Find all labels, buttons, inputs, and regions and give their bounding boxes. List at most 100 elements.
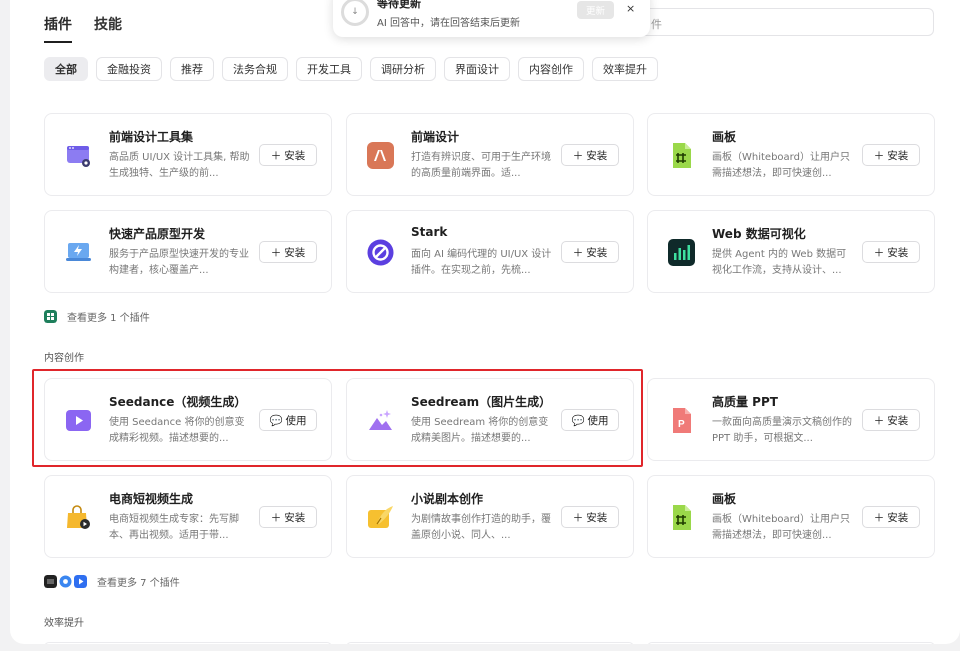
install-button[interactable]: ＋安装: [259, 506, 317, 528]
tab-plugins[interactable]: 插件: [44, 14, 72, 43]
chat-icon: 💬: [571, 414, 585, 427]
install-button[interactable]: ＋安装: [862, 144, 920, 166]
see-more-plugins-link[interactable]: 查看更多 1 个插件: [44, 309, 150, 324]
plugin-title: Seedream（图片生成）: [411, 395, 552, 409]
plugin-card[interactable]: Web 数据可视化 提供 Agent 内的 Web 数据可视化工作流，支持从设计…: [647, 210, 935, 293]
plugin-card[interactable]: 画板 画板（Whiteboard）让用户只需描述想法，即可快速创... ＋安装: [647, 475, 935, 558]
prototype-icon: [66, 243, 91, 261]
plugin-card[interactable]: 小说剧本创作 为剧情故事创作打造的助手，覆盖原创小说、同人、... ＋安装: [346, 475, 634, 558]
chip-finance[interactable]: 金融投资: [96, 57, 162, 81]
plugin-panel: 插件 技能 件 全部 金融投资 推荐 法务合规 开发工具 调研分析 界面设计 内…: [10, 0, 960, 644]
dataviz-icon: [668, 239, 695, 266]
plugin-description: 一款面向高质量演示文稿创作的 PPT 助手，可根据文...: [712, 417, 852, 444]
button-label: 安装: [586, 149, 608, 162]
plus-icon: ＋: [270, 149, 282, 162]
close-icon[interactable]: ×: [626, 2, 635, 15]
video-icon: [66, 410, 91, 431]
chip-research[interactable]: 调研分析: [370, 57, 436, 81]
plus-icon: ＋: [572, 511, 584, 524]
plugin-card[interactable]: Stark 面向 AI 编码代理的 UI/UX 设计插件。在实现之前，先梳...…: [346, 210, 634, 293]
sheet-icon: [44, 310, 57, 323]
toast-title: 等待更新: [377, 0, 421, 10]
plugin-card[interactable]: 电商短视频生成 电商短视频生成专家：先写脚本、再出视频。适用于带... ＋安装: [44, 475, 332, 558]
ppt-icon: P: [673, 408, 691, 433]
plugin-description: 画板（Whiteboard）让用户只需描述想法，即可快速创...: [712, 514, 850, 541]
plus-icon: ＋: [873, 149, 885, 162]
whiteboard-icon: [673, 143, 691, 168]
button-label: 安装: [284, 246, 306, 259]
download-icon: ↓: [341, 0, 369, 26]
app-icon: [74, 575, 87, 588]
image-gen-icon: [369, 410, 392, 430]
plugin-icons-stack: [44, 575, 87, 588]
plugin-title: 电商短视频生成: [109, 492, 194, 506]
chip-recommended[interactable]: 推荐: [170, 57, 214, 81]
chip-devtools[interactable]: 开发工具: [296, 57, 362, 81]
button-label: 安装: [887, 246, 909, 259]
plus-icon: ＋: [572, 246, 584, 259]
app-icon: [44, 575, 57, 588]
install-button[interactable]: ＋安装: [561, 506, 619, 528]
install-button[interactable]: ＋安装: [259, 144, 317, 166]
plugin-title: 前端设计工具集: [109, 130, 194, 144]
plugin-description: 服务于产品原型快速开发的专业构建者，核心覆盖产...: [109, 249, 249, 276]
plugin-title: Seedance（视频生成）: [109, 395, 247, 409]
plugin-title: Stark: [411, 225, 448, 239]
plus-icon: ＋: [873, 414, 885, 427]
see-more-label: 查看更多 1 个插件: [67, 313, 150, 324]
button-label: 安装: [284, 511, 306, 524]
plugin-card-partial: [44, 642, 332, 644]
chip-all[interactable]: 全部: [44, 57, 88, 81]
design-kit-icon: [67, 146, 90, 167]
button-label: 安装: [887, 511, 909, 524]
tab-bar: 插件 技能: [44, 14, 122, 43]
plugin-description: 为剧情故事创作打造的助手，覆盖原创小说、同人、...: [411, 514, 551, 541]
ecommerce-video-icon: [67, 505, 90, 529]
install-button[interactable]: ＋安装: [561, 144, 619, 166]
category-filter: 全部 金融投资 推荐 法务合规 开发工具 调研分析 界面设计 内容创作 效率提升: [44, 57, 658, 81]
plugin-card[interactable]: Seedance（视频生成） 使用 Seedance 将你的创意变成精彩视频。描…: [44, 378, 332, 461]
stark-icon: [367, 239, 394, 266]
search-placeholder: 件: [651, 18, 662, 31]
plus-icon: ＋: [873, 511, 885, 524]
search-input[interactable]: 件: [610, 8, 934, 36]
chip-ui-design[interactable]: 界面设计: [444, 57, 510, 81]
install-button[interactable]: ＋安装: [862, 241, 920, 263]
plugin-card[interactable]: 画板 画板（Whiteboard）让用户只需描述想法，即可快速创... ＋安装: [647, 113, 935, 196]
see-more-plugins-link[interactable]: 查看更多 7 个插件: [44, 574, 180, 589]
plus-icon: ＋: [270, 246, 282, 259]
update-button[interactable]: 更新: [577, 1, 614, 19]
install-button[interactable]: ＋安装: [862, 506, 920, 528]
svg-text:P: P: [678, 419, 685, 430]
plugin-card[interactable]: 前端设计工具集 高品质 UI/UX 设计工具集, 帮助生成独特、生产级的前...…: [44, 113, 332, 196]
use-button[interactable]: 💬 使用: [259, 409, 317, 431]
chip-legal[interactable]: 法务合规: [222, 57, 288, 81]
toast-message: AI 回答中，请在回答结束后更新: [377, 18, 520, 29]
plugin-title: 小说剧本创作: [411, 492, 484, 506]
plugin-description: 高品质 UI/UX 设计工具集, 帮助生成独特、生产级的前...: [109, 152, 250, 179]
plugin-title: 画板: [712, 130, 737, 144]
plugin-title: 前端设计: [411, 130, 460, 144]
plugin-description: 提供 Agent 内的 Web 数据可视化工作流，支持从设计、...: [712, 249, 847, 276]
button-label: 使用: [587, 414, 609, 427]
use-button[interactable]: 💬 使用: [561, 409, 619, 431]
see-more-label: 查看更多 7 个插件: [97, 578, 180, 589]
plugin-card-partial: [647, 642, 935, 644]
chip-content[interactable]: 内容创作: [518, 57, 584, 81]
tab-skills[interactable]: 技能: [94, 14, 122, 43]
install-button[interactable]: ＋安装: [862, 409, 920, 431]
plugin-title: Web 数据可视化: [712, 227, 806, 241]
plugin-card[interactable]: 前端设计 打造有辨识度、可用于生产环境的高质量前端界面。适... ＋安装: [346, 113, 634, 196]
plugin-card[interactable]: Seedream（图片生成） 使用 Seedream 将你的创意变成精美图片。描…: [346, 378, 634, 461]
plugin-card[interactable]: P 高质量 PPT 一款面向高质量演示文稿创作的 PPT 助手，可根据文... …: [647, 378, 935, 461]
plugin-description: 面向 AI 编码代理的 UI/UX 设计插件。在实现之前，先梳...: [411, 249, 552, 276]
install-button[interactable]: ＋安装: [561, 241, 619, 263]
plugin-description: 使用 Seedream 将你的创意变成精美图片。描述想要的...: [411, 417, 549, 444]
chat-icon: 💬: [269, 414, 283, 427]
install-button[interactable]: ＋安装: [259, 241, 317, 263]
chip-efficiency[interactable]: 效率提升: [592, 57, 658, 81]
plugin-card[interactable]: 快速产品原型开发 服务于产品原型快速开发的专业构建者，核心覆盖产... ＋安装: [44, 210, 332, 293]
button-label: 使用: [285, 414, 307, 427]
plugin-title: 画板: [712, 492, 737, 506]
plus-icon: ＋: [270, 511, 282, 524]
